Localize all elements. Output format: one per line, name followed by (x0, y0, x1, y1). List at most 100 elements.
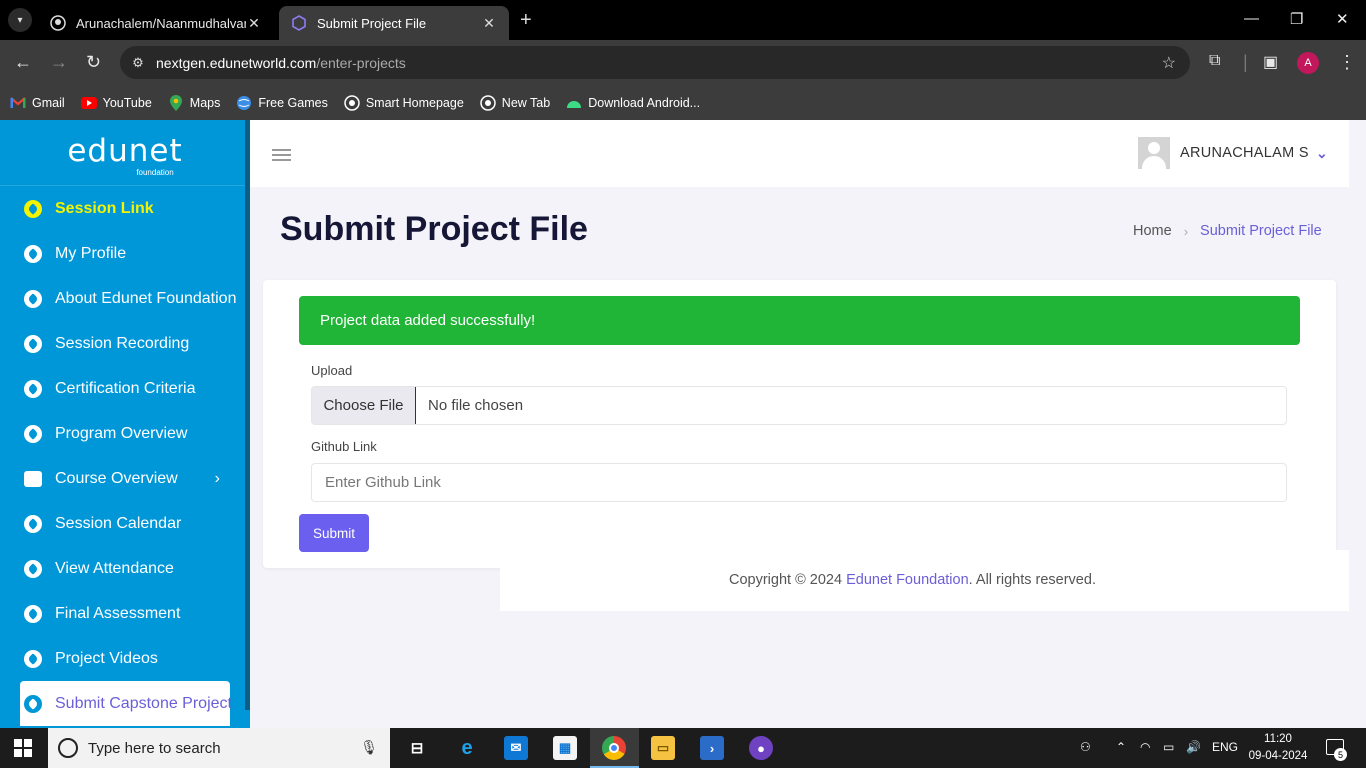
tab-github[interactable]: Arunachalem/Naanmudhalvan_ ✕ (38, 6, 274, 40)
tab-title: Arunachalem/Naanmudhalvan_ (76, 15, 246, 31)
upload-label: Upload (311, 363, 353, 378)
success-alert: Project data added successfully! (299, 296, 1300, 345)
compass-icon (24, 424, 42, 443)
windows-taskbar: Type here to search 🎙 ⊟ e ✉ ▦ ▭ › ● ⚇ ⌃ … (0, 728, 1366, 768)
people-icon[interactable]: ⚇ (1080, 740, 1091, 754)
top-header: ARUNACHALAM S ⌄ (250, 120, 1349, 187)
tab-submit-project[interactable]: Submit Project File ✕ (279, 6, 509, 40)
sidebar-item-course-overview[interactable]: Course Overview › (0, 456, 250, 501)
minimize-icon[interactable]: — (1244, 10, 1259, 27)
maps-icon (168, 95, 184, 111)
notification-count-badge: 5 (1334, 748, 1347, 761)
briefcase-icon (24, 470, 42, 487)
bookmark-free-games[interactable]: Free Games (236, 95, 328, 111)
file-upload-input[interactable]: Choose File No file chosen (311, 386, 1287, 425)
sidebar-item-certification-criteria[interactable]: Certification Criteria (0, 366, 250, 411)
sidebar-item-final-assessment[interactable]: Final Assessment (0, 591, 250, 636)
bookmark-download-android[interactable]: Download Android... (566, 95, 700, 111)
copyright-text: Copyright © 2024 Edunet Foundation. All … (729, 572, 1096, 588)
battery-icon[interactable]: ▭ (1163, 740, 1174, 754)
android-icon (566, 95, 582, 111)
powershell-icon[interactable]: › (700, 736, 724, 760)
back-icon[interactable]: ← (14, 52, 32, 73)
bookmark-maps[interactable]: Maps (168, 95, 220, 111)
page-scrollbar[interactable] (1349, 120, 1366, 728)
breadcrumb: Home › Submit Project File (1133, 223, 1322, 239)
restore-icon[interactable]: ❐ (1290, 10, 1303, 28)
tab-search-icon[interactable]: ▾ (8, 8, 32, 32)
sidebar-item-session-calendar[interactable]: Session Calendar (0, 501, 250, 546)
taskbar-clock[interactable]: 11:20 09-04-2024 (1248, 731, 1308, 765)
github-link-input[interactable] (311, 463, 1287, 502)
menu-dots-icon[interactable]: ⋮ (1338, 52, 1356, 73)
edunet-icon (291, 15, 307, 31)
sidebar-nav: Session Link My Profile About Edunet Fou… (0, 186, 250, 726)
forward-icon[interactable]: → (50, 52, 68, 73)
github-icon (50, 15, 66, 31)
sidebar-item-view-attendance[interactable]: View Attendance (0, 546, 250, 591)
sidebar-scrollbar[interactable] (245, 120, 250, 710)
compass-icon (24, 514, 42, 533)
site-settings-icon[interactable]: ⚙ (120, 55, 156, 71)
compass-icon (24, 559, 42, 578)
taskbar-search[interactable]: Type here to search 🎙 (48, 728, 390, 768)
window-close-icon[interactable]: ✕ (1336, 10, 1349, 28)
compass-icon (24, 334, 42, 353)
browser-toolbar: ← → ↻ ⚙ nextgen.edunetworld.com/enter-pr… (0, 40, 1366, 86)
sidebar-item-session-recording[interactable]: Session Recording (0, 321, 250, 366)
compass-icon (24, 649, 42, 668)
windows-start-icon[interactable] (14, 739, 32, 757)
sidebar-item-submit-capstone[interactable]: Submit Capstone Project (20, 681, 232, 726)
file-explorer-icon[interactable]: ▭ (651, 736, 675, 760)
bookmark-smart-homepage[interactable]: Smart Homepage (344, 95, 464, 111)
task-view-icon[interactable]: ⊟ (405, 736, 429, 760)
choose-file-button[interactable]: Choose File (312, 387, 416, 424)
submit-button[interactable]: Submit (299, 514, 369, 552)
reload-icon[interactable]: ↻ (86, 52, 101, 73)
compass-icon (24, 379, 42, 398)
breadcrumb-home-link[interactable]: Home (1133, 223, 1172, 239)
toolbar-divider: | (1243, 52, 1248, 72)
chrome-icon[interactable] (602, 736, 626, 760)
youtube-icon (80, 95, 97, 111)
sidebar-item-program-overview[interactable]: Program Overview (0, 411, 250, 456)
github-desktop-icon[interactable]: ● (749, 736, 773, 760)
edunet-logo[interactable]: edunet foundation (0, 120, 250, 186)
extensions-icon[interactable]: ⧉ (1209, 52, 1220, 70)
close-tab-icon[interactable]: ✕ (481, 15, 497, 32)
breadcrumb-separator-icon: › (1183, 223, 1189, 239)
edge-icon[interactable]: e (455, 736, 479, 760)
chevron-right-icon: › (214, 469, 220, 487)
bookmark-star-icon[interactable]: ☆ (1162, 53, 1176, 73)
hamburger-menu-icon[interactable] (272, 149, 291, 164)
microphone-icon[interactable]: 🎙 (360, 739, 378, 756)
mail-icon[interactable]: ✉ (504, 736, 528, 760)
gmail-icon (10, 95, 26, 111)
language-indicator[interactable]: ENG (1212, 740, 1238, 754)
search-placeholder: Type here to search (88, 739, 221, 757)
sidebar: edunet foundation Session Link My Profil… (0, 120, 250, 728)
user-name[interactable]: ARUNACHALAM S (1180, 145, 1309, 161)
new-tab-icon[interactable]: + (520, 9, 532, 32)
bookmark-new-tab[interactable]: New Tab (480, 95, 550, 111)
address-bar[interactable]: ⚙ nextgen.edunetworld.com/enter-projects… (120, 46, 1190, 79)
globe-icon (344, 95, 360, 111)
globe-icon (236, 95, 252, 111)
side-panel-icon[interactable]: ▣ (1263, 52, 1278, 72)
bookmark-gmail[interactable]: Gmail (10, 95, 65, 111)
bookmarks-bar: Gmail YouTube Maps Free Games Smart Home… (0, 86, 1366, 120)
close-tab-icon[interactable]: ✕ (246, 15, 262, 32)
chevron-up-icon[interactable]: ⌃ (1116, 740, 1126, 754)
edunet-foundation-link[interactable]: Edunet Foundation (846, 572, 969, 588)
profile-avatar[interactable]: A (1297, 52, 1319, 74)
sidebar-item-about-edunet[interactable]: About Edunet Foundation (0, 276, 250, 321)
bookmark-youtube[interactable]: YouTube (80, 95, 152, 111)
volume-icon[interactable]: 🔊 (1186, 740, 1201, 754)
chevron-down-icon[interactable]: ⌄ (1316, 145, 1328, 162)
wifi-icon[interactable]: ◠ (1140, 740, 1150, 754)
store-icon[interactable]: ▦ (553, 736, 577, 760)
sidebar-item-project-videos[interactable]: Project Videos (0, 636, 250, 681)
user-avatar[interactable] (1138, 137, 1170, 169)
sidebar-item-session-link[interactable]: Session Link (0, 186, 250, 231)
sidebar-item-my-profile[interactable]: My Profile (0, 231, 250, 276)
